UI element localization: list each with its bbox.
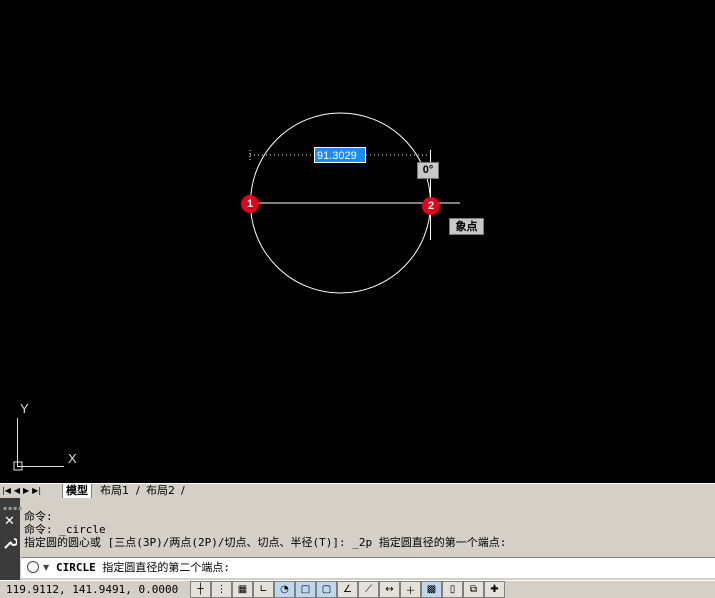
prev-tab-icon[interactable]: ◀ xyxy=(14,484,20,498)
grid-display-icon[interactable]: ▦ xyxy=(232,581,253,598)
command-prompt-icon[interactable] xyxy=(27,561,39,573)
coordinate-readout: 119.9112, 141.9491, 0.0000 xyxy=(6,583,179,596)
transparency-icon[interactable]: ▩ xyxy=(421,581,442,598)
command-line-panel: ▪▪▪▪ ✕ 命令: 命令: _circle 指定圆的圆心或 [三点(3P)/两… xyxy=(0,498,715,580)
next-tab-icon[interactable]: ▶ xyxy=(23,484,29,498)
tab-layout1[interactable]: 布局1 xyxy=(97,484,132,498)
wrench-icon[interactable] xyxy=(3,536,17,550)
drawing-canvas[interactable] xyxy=(0,0,715,483)
point-marker-2: 2 xyxy=(422,197,440,215)
polar-tracking-icon[interactable]: ◔ xyxy=(274,581,295,598)
tab-separator: / xyxy=(136,484,140,497)
object-snap-icon[interactable]: □ xyxy=(295,581,316,598)
infer-constraints-icon[interactable]: ┼ xyxy=(190,581,211,598)
tab-separator: / xyxy=(181,484,185,497)
ucs-icon xyxy=(13,418,64,471)
command-input[interactable]: ▼ CIRCLE 指定圆直径的第二个端点: xyxy=(21,557,715,578)
command-history: 命令: 命令: _circle 指定圆的圆心或 [三点(3P)/两点(2P)/切… xyxy=(21,510,715,556)
command-panel-grip[interactable]: ▪▪▪▪ ✕ xyxy=(0,498,22,580)
tab-layout2[interactable]: 布局2 xyxy=(143,484,178,498)
status-bar: 119.9112, 141.9491, 0.0000 ┼ ⋮ ▦ ∟ ◔ □ ▢… xyxy=(0,580,715,598)
tab-navigation: |◀ ◀ ▶ ▶| xyxy=(2,484,41,498)
ucs-y-label: Y xyxy=(20,401,29,416)
object-snap-tracking-icon[interactable]: ∠ xyxy=(337,581,358,598)
quick-properties-icon[interactable]: ▯ xyxy=(442,581,463,598)
close-icon[interactable]: ✕ xyxy=(4,514,15,529)
history-line: 命令: xyxy=(24,510,53,523)
first-tab-icon[interactable]: |◀ xyxy=(2,484,11,498)
dimension-input[interactable]: 91.3029 xyxy=(314,147,366,163)
lineweight-icon[interactable]: ＋ xyxy=(400,581,421,598)
dynamic-ucs-icon[interactable]: ⟋ xyxy=(358,581,379,598)
dynamic-input-icon[interactable]: ↔ xyxy=(379,581,400,598)
snap-mode-icon[interactable]: ⋮ xyxy=(211,581,232,598)
angle-tooltip: 0° xyxy=(417,162,439,179)
object-snap-tooltip: 象点 xyxy=(449,218,484,235)
drawing-viewport[interactable]: 91.3029 0° 象点 1 2 Y X xyxy=(0,0,715,483)
ortho-mode-icon[interactable]: ∟ xyxy=(253,581,274,598)
last-tab-icon[interactable]: ▶| xyxy=(32,484,41,498)
point-marker-1: 1 xyxy=(241,195,259,213)
drafting-tools: ┼ ⋮ ▦ ∟ ◔ □ ▢ ∠ ⟋ ↔ ＋ ▩ ▯ ⧉ ✚ xyxy=(190,581,505,598)
3d-object-snap-icon[interactable]: ▢ xyxy=(316,581,337,598)
ucs-x-label: X xyxy=(68,451,77,466)
layout-tab-bar: |◀ ◀ ▶ ▶| 模型 布局1 / 布局2 / xyxy=(0,483,715,499)
annotation-monitor-icon[interactable]: ✚ xyxy=(484,581,505,598)
history-line: 指定圆的圆心或 [三点(3P)/两点(2P)/切点、切点、半径(T)]: _2p… xyxy=(24,536,507,549)
active-command: CIRCLE xyxy=(56,561,96,574)
tab-model[interactable]: 模型 xyxy=(62,484,92,499)
command-prompt-text: CIRCLE 指定圆直径的第二个端点: xyxy=(56,558,230,577)
history-line: 命令: _circle xyxy=(24,523,106,536)
command-prompt: 指定圆直径的第二个端点: xyxy=(95,561,230,574)
selection-cycling-icon[interactable]: ⧉ xyxy=(463,581,484,598)
chevron-down-icon[interactable]: ▼ xyxy=(43,558,49,577)
